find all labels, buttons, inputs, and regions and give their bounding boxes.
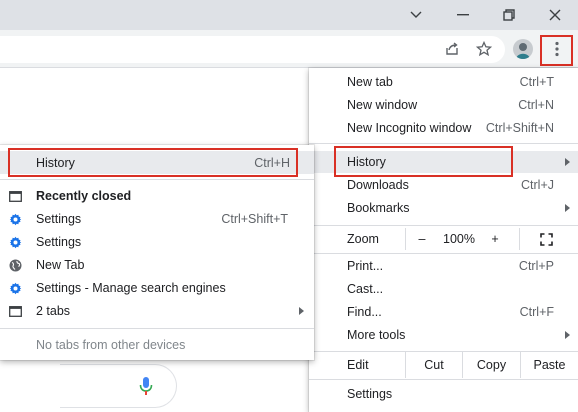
submenu-item-shortcut: Ctrl+Shift+T xyxy=(221,212,288,226)
menu-item-new-window[interactable]: New window Ctrl+N xyxy=(309,94,578,116)
address-bar[interactable] xyxy=(0,36,505,63)
submenu-item-label: Settings - Manage search engines xyxy=(36,281,226,295)
menu-item-shortcut: Ctrl+F xyxy=(519,305,554,319)
menu-separator xyxy=(0,179,314,180)
zoom-out-label: – xyxy=(418,232,426,246)
menu-separator xyxy=(0,328,314,329)
kebab-highlight-box xyxy=(540,35,573,66)
menu-item-label: More tools xyxy=(347,328,406,342)
submenu-arrow-icon xyxy=(565,204,570,212)
window-icon xyxy=(8,304,22,318)
title-bar xyxy=(0,0,578,30)
globe-icon xyxy=(8,258,22,272)
menu-item-shortcut: Ctrl+T xyxy=(519,75,554,89)
paste-label: Paste xyxy=(533,358,566,372)
menu-item-label: Settings xyxy=(347,387,393,401)
no-tabs-message: No tabs from other devices xyxy=(0,334,314,356)
submenu-item-history[interactable]: History Ctrl+H xyxy=(0,151,314,174)
close-icon[interactable] xyxy=(532,0,578,30)
menu-zoom-row: Zoom – 100% + xyxy=(309,226,578,252)
menu-item-shortcut: Ctrl+N xyxy=(518,98,554,112)
submenu-arrow-icon xyxy=(565,331,570,339)
menu-item-label: New window xyxy=(347,98,418,112)
submenu-item-settings[interactable]: Settings xyxy=(0,231,314,253)
minimize-icon[interactable] xyxy=(440,0,486,30)
zoom-label: Zoom xyxy=(347,232,379,246)
browser-toolbar xyxy=(0,30,578,68)
search-box[interactable] xyxy=(60,364,177,408)
menu-item-label: Bookmarks xyxy=(347,201,410,215)
gear-icon xyxy=(8,281,22,295)
menu-item-label: New Incognito window xyxy=(347,121,472,135)
copy-button[interactable]: Copy xyxy=(462,352,520,378)
chrome-main-menu: New tab Ctrl+T New window Ctrl+N New Inc… xyxy=(309,68,578,412)
history-submenu: History Ctrl+H Recently closed Settings … xyxy=(0,145,314,360)
cut-button[interactable]: Cut xyxy=(405,352,462,378)
menu-item-settings[interactable]: Settings xyxy=(309,383,578,405)
gear-icon xyxy=(8,212,22,226)
menu-item-shortcut: Ctrl+P xyxy=(518,259,554,273)
zoom-divider xyxy=(405,228,406,250)
menu-separator xyxy=(309,143,578,144)
submenu-item-settings[interactable]: Settings Ctrl+Shift+T xyxy=(0,208,314,230)
recently-closed-label: Recently closed xyxy=(36,189,132,203)
microphone-icon[interactable] xyxy=(138,376,154,396)
zoom-level: 100% xyxy=(439,226,479,252)
menu-item-new-incognito-window[interactable]: New Incognito window Ctrl+Shift+N xyxy=(309,117,578,139)
menu-item-downloads[interactable]: Downloads Ctrl+J xyxy=(309,174,578,196)
menu-item-new-tab[interactable]: New tab Ctrl+T xyxy=(309,71,578,93)
submenu-item-2-tabs[interactable]: 2 tabs xyxy=(0,300,314,322)
submenu-item-label: Settings xyxy=(36,212,82,226)
menu-item-label: History xyxy=(347,155,386,169)
menu-item-history[interactable]: History xyxy=(309,151,578,173)
copy-label: Copy xyxy=(476,358,507,372)
menu-item-print[interactable]: Print... Ctrl+P xyxy=(309,255,578,277)
menu-item-shortcut: Ctrl+Shift+N xyxy=(485,121,554,135)
paste-button[interactable]: Paste xyxy=(520,352,578,378)
menu-item-label: Cast... xyxy=(347,282,384,296)
share-icon[interactable] xyxy=(440,37,464,61)
zoom-in-label: + xyxy=(491,232,499,246)
menu-item-shortcut: Ctrl+J xyxy=(521,178,554,192)
window-icon xyxy=(8,189,22,203)
menu-edit-row: Edit Cut Copy Paste xyxy=(309,352,578,378)
menu-item-cast[interactable]: Cast... xyxy=(309,278,578,300)
menu-item-more-tools[interactable]: More tools xyxy=(309,324,578,346)
gear-icon xyxy=(8,235,22,249)
edit-label: Edit xyxy=(347,358,369,372)
submenu-item-settings-search-engines[interactable]: Settings - Manage search engines xyxy=(0,277,314,299)
submenu-arrow-icon xyxy=(565,158,570,166)
submenu-item-shortcut: Ctrl+H xyxy=(254,155,290,170)
menu-item-bookmarks[interactable]: Bookmarks xyxy=(309,197,578,219)
tab-search-chevron-icon[interactable] xyxy=(393,0,439,30)
menu-separator xyxy=(309,253,578,254)
menu-item-find[interactable]: Find... Ctrl+F xyxy=(309,301,578,323)
fullscreen-icon[interactable] xyxy=(533,226,559,252)
menu-item-label: Print... xyxy=(347,259,384,273)
submenu-arrow-icon xyxy=(299,307,304,315)
zoom-in-button[interactable]: + xyxy=(482,226,508,252)
submenu-item-label: History xyxy=(36,155,75,170)
menu-item-label: Find... xyxy=(347,305,382,319)
zoom-value: 100% xyxy=(443,232,475,246)
submenu-item-label: Settings xyxy=(36,235,82,249)
zoom-divider xyxy=(519,228,520,250)
recently-closed-header: Recently closed xyxy=(0,185,314,207)
menu-item-label: New tab xyxy=(347,75,393,89)
submenu-item-label: New Tab xyxy=(36,258,85,272)
menu-separator xyxy=(309,379,578,380)
submenu-item-new-tab[interactable]: New Tab xyxy=(0,254,314,276)
submenu-item-label: 2 tabs xyxy=(36,304,71,318)
profile-avatar[interactable] xyxy=(513,39,533,59)
no-tabs-label: No tabs from other devices xyxy=(36,338,186,352)
zoom-out-button[interactable]: – xyxy=(409,226,435,252)
cut-label: Cut xyxy=(424,358,444,372)
bookmark-star-icon[interactable] xyxy=(472,37,496,61)
menu-item-label: Downloads xyxy=(347,178,409,192)
restore-icon[interactable] xyxy=(486,0,532,30)
